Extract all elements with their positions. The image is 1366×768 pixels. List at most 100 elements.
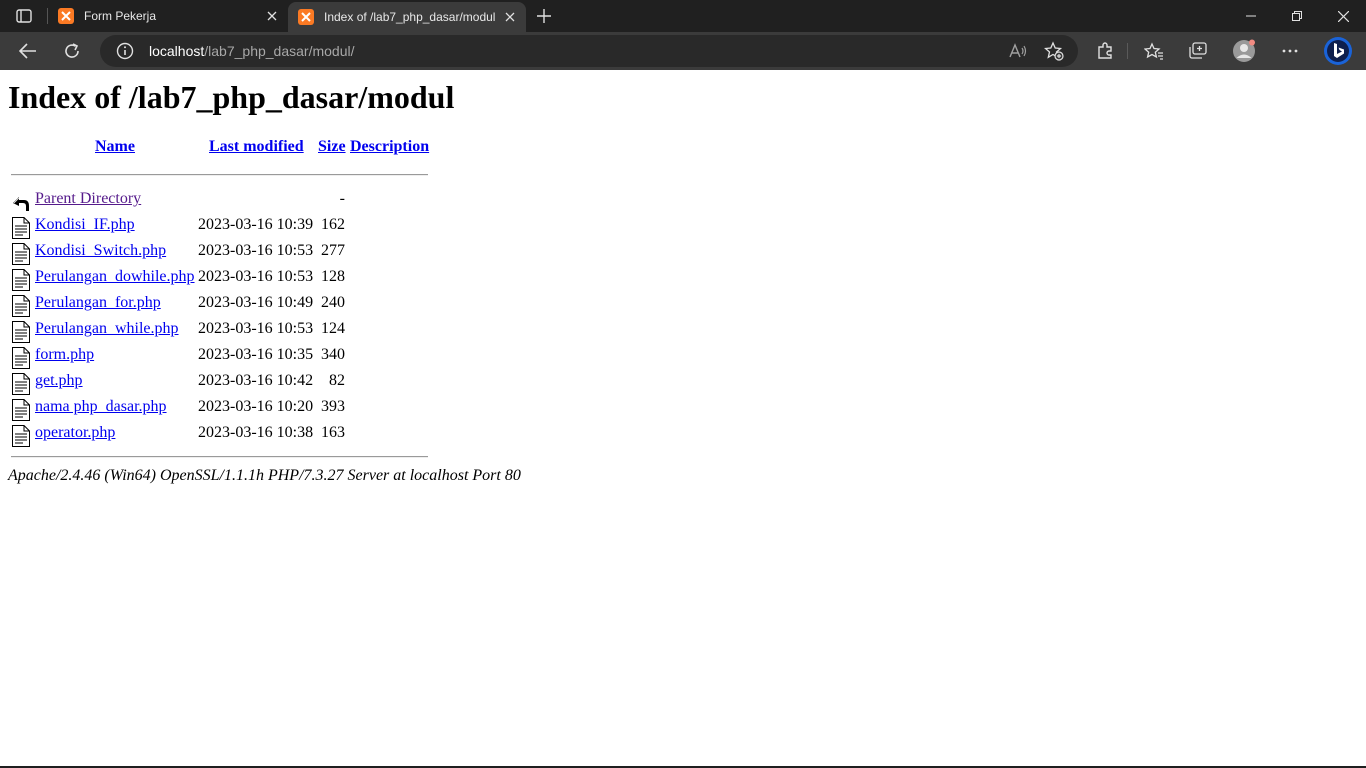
file-size: 163 <box>321 424 345 441</box>
file-modified: 2023-03-16 10:42 <box>198 372 314 389</box>
file-modified: 2023-03-16 10:20 <box>198 398 314 415</box>
table-row: form.php 2023-03-16 10:35 340 <box>8 344 438 370</box>
add-favorite-button[interactable] <box>1044 41 1064 61</box>
file-link[interactable]: Kondisi_IF.php <box>35 216 135 234</box>
file-icon <box>12 269 30 291</box>
site-info-icon[interactable] <box>116 42 134 60</box>
table-row: nama php_dasar.php 2023-03-16 10:20 393 <box>8 396 438 422</box>
favorites-icon <box>1144 42 1163 60</box>
url-path: /lab7_php_dasar/modul/ <box>204 43 355 59</box>
divider <box>11 174 428 176</box>
tab-title: Form Pekerja <box>84 9 157 23</box>
close-window-button[interactable] <box>1320 0 1366 32</box>
page-content: Index of /lab7_php_dasar/modul Name Last… <box>0 70 1366 768</box>
toolbar-separator <box>1127 43 1128 59</box>
page-title: Index of /lab7_php_dasar/modul <box>8 79 455 115</box>
file-size: 340 <box>321 346 345 363</box>
address-url[interactable]: localhost/lab7_php_dasar/modul/ <box>149 43 355 59</box>
file-modified: 2023-03-16 10:35 <box>198 346 314 363</box>
table-row: Kondisi_IF.php 2023-03-16 10:39 162 <box>8 214 438 240</box>
collections-icon <box>1189 42 1207 59</box>
restore-icon <box>1292 11 1302 21</box>
file-link[interactable]: Perulangan_for.php <box>35 294 161 312</box>
xampp-favicon-icon <box>58 8 74 24</box>
minimize-icon <box>1246 15 1256 17</box>
column-header-size[interactable]: Size <box>318 138 346 156</box>
file-link[interactable]: Kondisi_Switch.php <box>35 242 166 260</box>
parent-directory-link[interactable]: Parent Directory <box>35 190 141 208</box>
add-favorite-icon <box>1044 41 1064 61</box>
table-row: Kondisi_Switch.php 2023-03-16 10:53 277 <box>8 240 438 266</box>
file-size: 128 <box>321 268 345 285</box>
file-icon <box>12 217 30 239</box>
back-arrow-icon <box>13 197 29 211</box>
extensions-button[interactable] <box>1091 37 1119 65</box>
table-row: get.php 2023-03-16 10:42 82 <box>8 370 438 396</box>
file-modified: 2023-03-16 10:53 <box>198 320 314 337</box>
minimize-button[interactable] <box>1228 0 1274 32</box>
file-icon <box>12 425 30 447</box>
file-size: 162 <box>321 216 345 233</box>
read-aloud-icon <box>1009 43 1027 58</box>
file-icon <box>12 321 30 343</box>
tab-actions-icon <box>16 9 32 23</box>
file-link[interactable]: form.php <box>35 346 94 364</box>
file-size: 277 <box>321 242 345 259</box>
tab-close-icon[interactable] <box>262 6 282 26</box>
table-row: Perulangan_while.php 2023-03-16 10:53 12… <box>8 318 438 344</box>
table-row: operator.php 2023-03-16 10:38 163 <box>8 422 438 448</box>
file-icon <box>12 295 30 317</box>
column-header-last-modified[interactable]: Last modified <box>209 138 304 156</box>
profile-button[interactable] <box>1230 37 1258 65</box>
file-modified: 2023-03-16 10:38 <box>198 424 314 441</box>
file-link[interactable]: get.php <box>35 372 83 390</box>
file-link[interactable]: nama php_dasar.php <box>35 398 167 416</box>
plus-icon <box>537 9 551 23</box>
extensions-icon <box>1098 42 1112 59</box>
new-tab-button[interactable] <box>532 4 556 28</box>
file-link[interactable]: Perulangan_dowhile.php <box>35 268 195 286</box>
url-host: localhost <box>149 43 205 59</box>
tab-index-of-modul[interactable]: Index of /lab7_php_dasar/modul <box>288 2 526 32</box>
profile-icon <box>1233 39 1255 62</box>
file-link[interactable]: Perulangan_while.php <box>35 320 179 338</box>
close-icon <box>1337 10 1349 22</box>
more-button[interactable] <box>1276 37 1304 65</box>
address-bar[interactable]: localhost/lab7_php_dasar/modul/ <box>100 35 1078 67</box>
favorites-button[interactable] <box>1140 37 1168 65</box>
file-icon <box>12 373 30 395</box>
xampp-favicon-icon <box>298 9 314 25</box>
back-icon <box>19 43 36 59</box>
refresh-icon <box>65 43 79 58</box>
back-button[interactable] <box>14 37 42 65</box>
bing-copilot-button[interactable] <box>1322 35 1354 67</box>
tab-form-pekerja[interactable]: Form Pekerja <box>48 0 288 32</box>
more-icon <box>1282 49 1298 53</box>
divider <box>11 456 428 458</box>
tab-title: Index of /lab7_php_dasar/modul <box>324 10 496 24</box>
table-row: Perulangan_dowhile.php 2023-03-16 10:53 … <box>8 266 438 292</box>
server-signature: Apache/2.4.46 (Win64) OpenSSL/1.1.1h PHP… <box>8 467 521 484</box>
tab-strip: Form Pekerja Index of /lab7_php_dasar/mo… <box>0 0 1366 32</box>
file-size: 393 <box>321 398 345 415</box>
tab-actions-button[interactable] <box>8 4 40 28</box>
restore-button[interactable] <box>1274 0 1320 32</box>
file-size: - <box>339 190 345 207</box>
column-header-name[interactable]: Name <box>95 138 135 156</box>
file-modified: 2023-03-16 10:53 <box>198 242 314 259</box>
file-icon <box>12 347 30 369</box>
table-row: Parent Directory - <box>8 188 438 214</box>
file-modified: 2023-03-16 10:39 <box>198 216 314 233</box>
file-size: 124 <box>321 320 345 337</box>
file-modified: 2023-03-16 10:53 <box>198 268 314 285</box>
column-header-description[interactable]: Description <box>350 138 429 156</box>
file-size: 82 <box>329 372 345 389</box>
read-aloud-button[interactable] <box>1008 41 1028 61</box>
table-row: Perulangan_for.php 2023-03-16 10:49 240 <box>8 292 438 318</box>
collections-button[interactable] <box>1184 37 1212 65</box>
refresh-button[interactable] <box>58 37 86 65</box>
file-link[interactable]: operator.php <box>35 424 115 442</box>
browser-toolbar: localhost/lab7_php_dasar/modul/ <box>0 32 1366 70</box>
tab-close-icon[interactable] <box>500 7 520 27</box>
file-size: 240 <box>321 294 345 311</box>
